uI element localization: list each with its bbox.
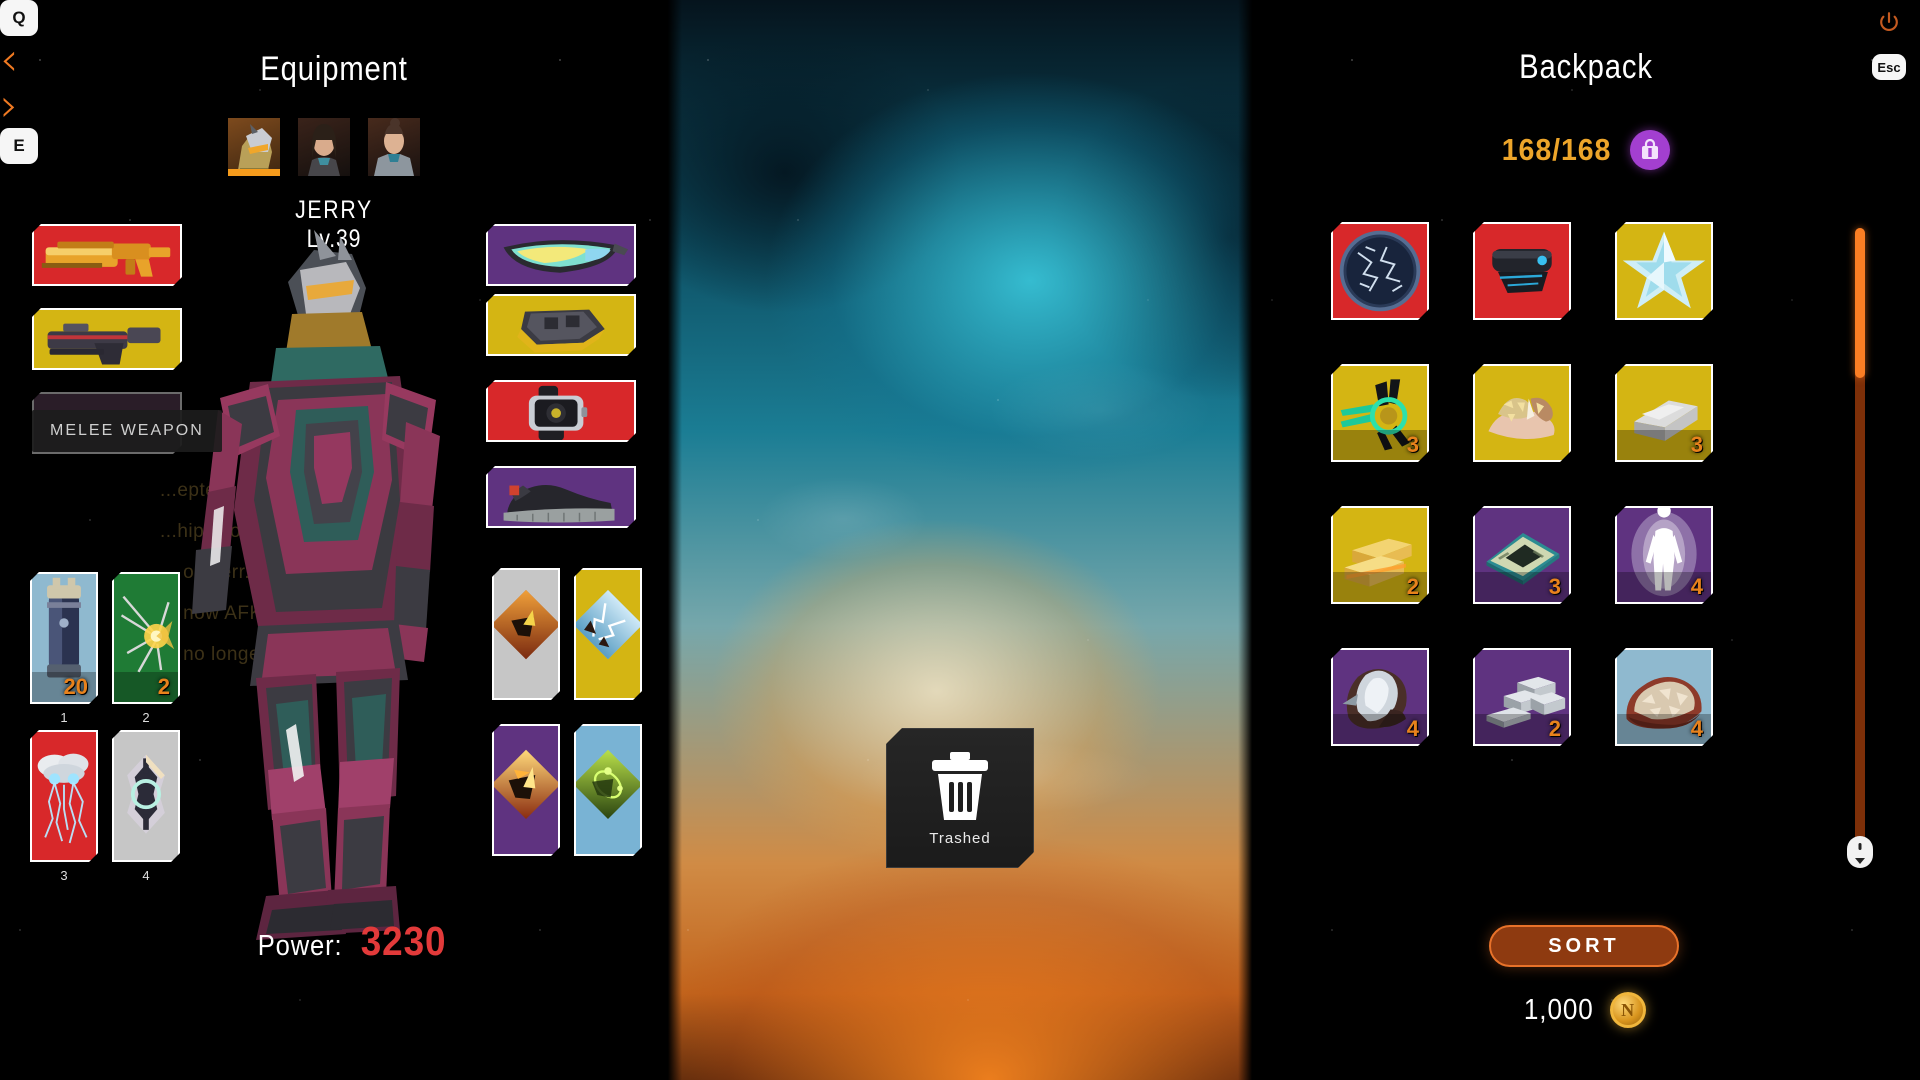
dark-pistol-icon <box>34 310 180 370</box>
currency-value: 1,000 <box>1523 993 1594 1026</box>
item-alien-relic[interactable]: 3 <box>1331 364 1429 462</box>
lightning-mod-icon <box>576 570 640 694</box>
gold-coin-icon: N <box>1609 992 1646 1028</box>
backpack-grid[interactable]: 3 3 2 3 4 4 2 4 <box>1331 222 1771 842</box>
item-qty: 3 <box>1548 574 1561 599</box>
power-display: Power: 3230 <box>252 918 451 965</box>
melee-weapon-tooltip: MELEE WEAPON <box>32 410 222 452</box>
esc-key-badge[interactable]: Esc <box>1872 54 1906 80</box>
power-icon[interactable] <box>1876 10 1902 36</box>
visor-glasses-icon <box>488 226 634 286</box>
portrait-female-pilot[interactable] <box>298 118 350 176</box>
backpack-scrollbar-thumb[interactable] <box>1855 228 1865 378</box>
sneaker-boot-icon <box>488 468 634 528</box>
item-qty: 3 <box>1690 432 1703 457</box>
equipment-title: Equipment <box>260 50 408 88</box>
wrist-slot[interactable] <box>486 380 636 442</box>
backpack-icon <box>1630 130 1671 170</box>
item-copper-ore[interactable]: 4 <box>1615 648 1713 746</box>
trash-label: Trashed <box>929 829 991 847</box>
consumable-3-key: 3 <box>60 868 68 883</box>
mod-slot-3[interactable] <box>492 724 560 856</box>
consumable-slot-2[interactable]: 2 <box>112 572 180 704</box>
nebula-background <box>668 0 1252 1080</box>
flame-blade-mod-icon <box>494 726 558 850</box>
gold-assault-rifle-icon <box>34 226 180 286</box>
mod-slot-4[interactable] <box>574 724 642 856</box>
frozen-disc-icon <box>1333 224 1427 318</box>
consumable-1-key: 1 <box>60 710 68 725</box>
item-gold-bars[interactable]: 2 <box>1331 506 1429 604</box>
item-cpu-chip[interactable]: 3 <box>1473 506 1571 604</box>
backpack-title: Backpack <box>1519 48 1653 86</box>
helmet-plate-icon <box>488 296 634 356</box>
item-qty: 4 <box>1690 716 1703 741</box>
headgear-slot[interactable] <box>486 294 636 356</box>
toxic-mod-icon <box>576 726 640 850</box>
item-qty: 2 <box>1548 716 1561 741</box>
item-qty: 4 <box>1690 574 1703 599</box>
item-frozen-disc[interactable] <box>1331 222 1429 320</box>
portrait-armored-woman[interactable] <box>368 118 420 176</box>
next-character-key[interactable]: E <box>0 128 38 164</box>
consumable-4-key: 4 <box>142 868 150 883</box>
power-value: 3230 <box>361 918 447 964</box>
next-key-label: E <box>13 136 25 155</box>
prev-key-label: Q <box>12 8 26 27</box>
currency-display: 1,000 N <box>1520 992 1646 1028</box>
mod-slot-2[interactable] <box>574 568 642 700</box>
item-ice-crystal[interactable] <box>1615 222 1713 320</box>
game-screen: Esc Equipment Q ‹ › E JERRY Lv.39 ...ept… <box>0 0 1920 1080</box>
item-qty: 4 <box>1406 716 1419 741</box>
item-quartz-rock[interactable]: 4 <box>1331 648 1429 746</box>
item-scope-module[interactable] <box>1473 222 1571 320</box>
ice-star-crystal-icon <box>1617 224 1711 318</box>
consumable-2-key: 2 <box>142 710 150 725</box>
portrait-rhino-helm[interactable] <box>228 118 280 176</box>
consumable-slot-4[interactable] <box>112 730 180 862</box>
consumable-slot-1[interactable]: 20 <box>30 572 98 704</box>
consumable-2-qty: 2 <box>157 674 170 699</box>
mod-slot-1[interactable] <box>492 568 560 700</box>
prev-character-key[interactable]: Q <box>0 0 38 36</box>
esc-key-label: Esc <box>1877 59 1901 75</box>
sort-button[interactable]: SORT <box>1489 925 1679 967</box>
item-qty: 3 <box>1406 432 1419 457</box>
smart-watch-icon <box>488 382 634 442</box>
item-clone-figure[interactable]: 4 <box>1615 506 1713 604</box>
scope-module-icon <box>1475 224 1569 318</box>
eyewear-slot[interactable] <box>486 224 636 286</box>
gold-ore-rock-icon <box>1475 366 1569 460</box>
primary-weapon-slot[interactable] <box>32 224 182 286</box>
item-gold-ore[interactable] <box>1473 364 1571 462</box>
power-label: Power: <box>257 930 343 962</box>
footwear-slot[interactable] <box>486 466 636 528</box>
trash-drop-zone[interactable]: Trashed <box>886 728 1034 868</box>
backpack-capacity: 168/168 <box>1497 130 1671 170</box>
item-steel-ingot[interactable]: 3 <box>1615 364 1713 462</box>
item-qty: 2 <box>1406 574 1419 599</box>
fire-strike-mod-icon <box>494 570 558 694</box>
character-carousel[interactable] <box>228 118 420 176</box>
trash-can-icon <box>928 750 992 824</box>
capacity-text: 168/168 <box>1501 132 1612 167</box>
secondary-weapon-slot[interactable] <box>32 308 182 370</box>
mouse-scroll-icon <box>1847 836 1873 868</box>
item-silver-bars[interactable]: 2 <box>1473 648 1571 746</box>
consumable-slot-3[interactable] <box>30 730 98 862</box>
consumable-1-qty: 20 <box>63 674 88 699</box>
